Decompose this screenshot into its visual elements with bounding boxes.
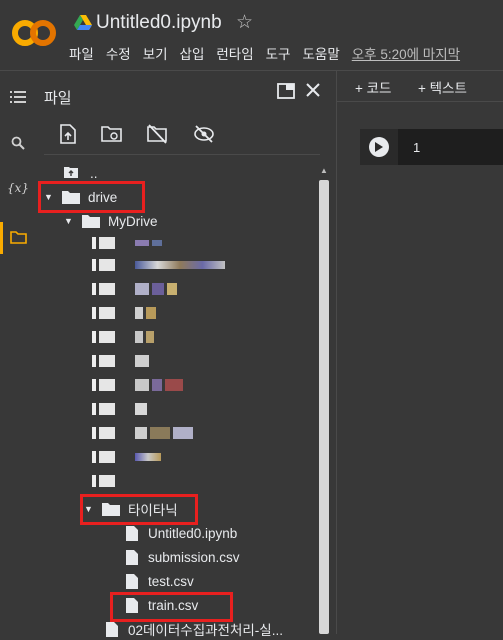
- scrollbar[interactable]: [319, 180, 329, 634]
- obscured-row[interactable]: [92, 278, 180, 300]
- hide-drive-icon[interactable]: [144, 121, 170, 147]
- menu-file[interactable]: 파일: [69, 43, 94, 63]
- obscured-row[interactable]: [92, 374, 186, 396]
- google-drive-icon[interactable]: [74, 15, 92, 31]
- variables-icon[interactable]: {x}: [0, 174, 36, 202]
- menu-tools[interactable]: 도구: [266, 43, 291, 63]
- play-icon: [369, 137, 389, 157]
- search-icon[interactable]: [0, 129, 36, 157]
- folder-icon: [82, 214, 100, 228]
- panel-title: 파일: [44, 90, 72, 107]
- colab-logo[interactable]: [12, 18, 56, 48]
- tree-label: submission.csv: [148, 549, 240, 565]
- folder-icon[interactable]: [0, 223, 36, 251]
- menu-icon[interactable]: [0, 83, 36, 111]
- refresh-folder-icon[interactable]: [99, 121, 125, 147]
- tree-label: MyDrive: [108, 213, 158, 229]
- run-button[interactable]: [360, 129, 398, 165]
- add-code-button[interactable]: + 코드: [355, 77, 391, 97]
- tree-row-file[interactable]: Untitled0.ipynb: [126, 522, 237, 544]
- file-icon: [126, 574, 140, 589]
- notebook-title[interactable]: Untitled0.ipynb: [96, 12, 222, 34]
- scroll-up-icon[interactable]: ▲: [319, 166, 329, 178]
- tree-label: 02데이터수집과전처리-실...: [128, 623, 283, 638]
- tree-row-file[interactable]: submission.csv: [126, 546, 240, 568]
- obscured-row[interactable]: [92, 254, 228, 276]
- obscured-row[interactable]: [92, 302, 159, 324]
- highlight-titanic: [80, 494, 198, 525]
- file-icon: [126, 550, 140, 565]
- cell-content[interactable]: 1: [413, 140, 420, 155]
- obscured-row[interactable]: [92, 470, 118, 492]
- tree-label: test.csv: [148, 573, 194, 589]
- add-text-button[interactable]: + 텍스트: [418, 77, 467, 97]
- last-edit-link[interactable]: 오후 5:20에 마지막: [352, 43, 460, 63]
- close-icon[interactable]: [305, 82, 321, 103]
- left-rail: {x}: [0, 71, 36, 634]
- file-icon: [126, 526, 140, 541]
- menu-help[interactable]: 도움말: [302, 43, 339, 63]
- notebook-toolbar: + 코드 + 텍스트: [337, 71, 503, 101]
- hide-files-icon[interactable]: [191, 121, 217, 147]
- top-bar: Untitled0.ipynb ☆ 파일 수정 보기 삽입 런타임 도구 도움말…: [0, 0, 503, 70]
- obscured-row[interactable]: [92, 350, 152, 372]
- obscured-row[interactable]: [92, 422, 196, 444]
- tree-label: ..: [90, 165, 98, 181]
- star-icon[interactable]: ☆: [236, 11, 253, 34]
- folder-up-icon: [64, 166, 82, 180]
- highlight-drive: [38, 181, 145, 213]
- tree-row-mydrive[interactable]: ▼ MyDrive: [64, 210, 158, 232]
- obscured-row[interactable]: [92, 398, 150, 420]
- upload-icon[interactable]: [55, 121, 81, 147]
- menu-insert[interactable]: 삽입: [180, 43, 205, 63]
- menu-bar: 파일 수정 보기 삽입 런타임 도구 도움말 오후 5:20에 마지막: [69, 43, 460, 63]
- open-in-window-icon[interactable]: [277, 83, 295, 104]
- caret-down-icon[interactable]: ▼: [64, 216, 74, 226]
- panel-separator: [44, 154, 320, 155]
- highlight-train-csv: [110, 592, 233, 622]
- menu-view[interactable]: 보기: [143, 43, 168, 63]
- tree-row-file[interactable]: test.csv: [126, 570, 194, 592]
- menu-runtime[interactable]: 런타임: [216, 43, 253, 63]
- panel-divider[interactable]: [336, 71, 337, 634]
- obscured-row[interactable]: [92, 446, 164, 468]
- toolbar-divider: [337, 101, 503, 102]
- tree-label: Untitled0.ipynb: [148, 525, 238, 541]
- obscured-row[interactable]: [92, 326, 157, 348]
- obscured-row[interactable]: [92, 232, 165, 254]
- menu-edit[interactable]: 수정: [106, 43, 131, 63]
